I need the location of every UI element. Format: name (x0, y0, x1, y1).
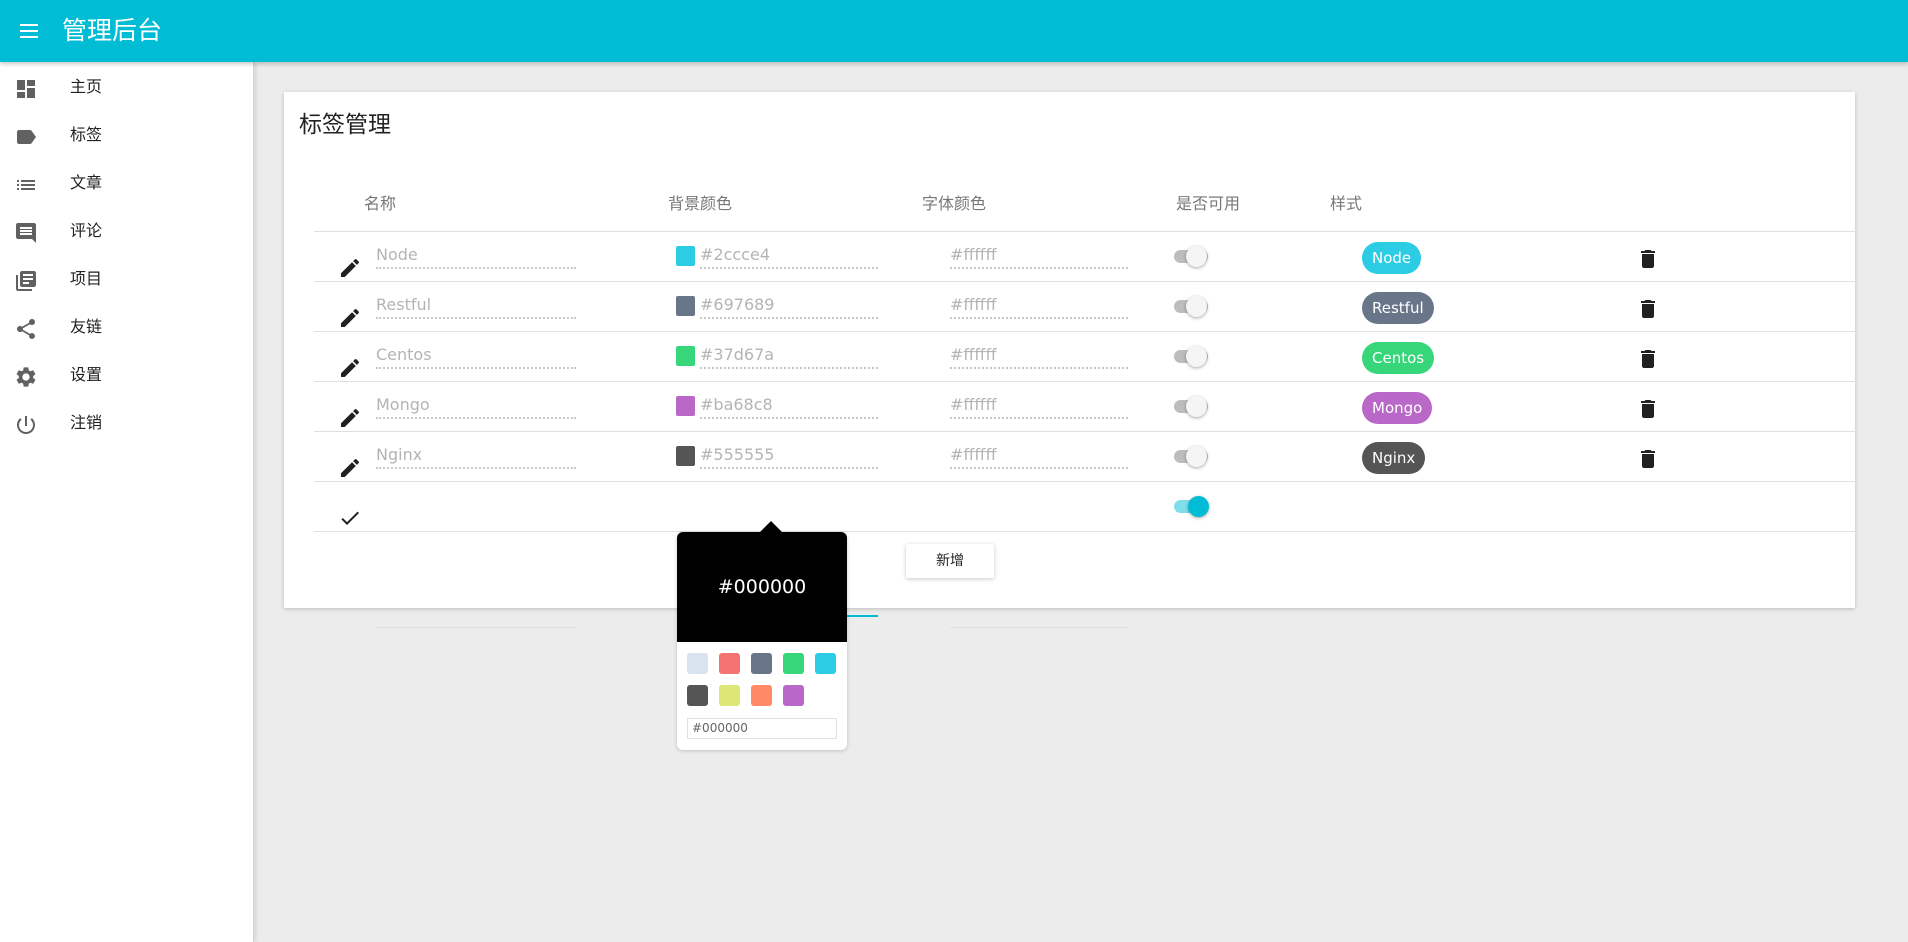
tag-preview-pill: Mongo (1362, 392, 1433, 424)
edit-icon[interactable] (338, 456, 362, 480)
color-swatch[interactable] (751, 653, 772, 674)
tag-preview-pill: Node (1362, 242, 1422, 274)
sidebar-item-tags[interactable]: 标签 (0, 112, 253, 160)
table-row: Mongo #ba68c8 #ffffff Mongo (314, 382, 1859, 432)
tag-name-field[interactable]: Nginx (376, 443, 576, 469)
color-swatch[interactable] (687, 685, 708, 706)
color-preview: #000000 (677, 532, 847, 642)
color-picker-popover: #000000 #000000 (677, 532, 847, 750)
bg-color-swatch (676, 446, 695, 466)
app-bar: 管理后台 (0, 0, 1908, 62)
bg-color-swatch (676, 346, 695, 366)
bg-color-field[interactable]: #37d67a (700, 343, 878, 369)
table-row: Centos #37d67a #ffffff Centos (314, 332, 1859, 382)
sidebar: 主页 标签 文章 评论 项目 友链 设置 注销 (0, 62, 254, 942)
menu-icon[interactable] (18, 19, 42, 43)
table-row: Nginx #555555 #ffffff Nginx (314, 432, 1859, 482)
sidebar-item-label: 评论 (70, 221, 103, 240)
sidebar-item-comments[interactable]: 评论 (0, 208, 253, 256)
color-swatch[interactable] (783, 685, 804, 706)
tag-management-card: 标签管理 名称 背景颜色 字体颜色 是否可用 样式 Node #2ccce4 #… (284, 92, 1859, 628)
delete-icon[interactable] (1636, 347, 1660, 371)
power-icon (14, 413, 38, 437)
font-color-field[interactable]: #ffffff (950, 293, 1128, 319)
sidebar-item-projects[interactable]: 项目 (0, 256, 253, 304)
bg-color-swatch (676, 246, 695, 266)
settings-icon (14, 365, 38, 389)
enabled-toggle[interactable] (1172, 244, 1210, 268)
column-header-bg-color: 背景颜色 (668, 194, 733, 213)
edit-icon[interactable] (338, 406, 362, 430)
color-swatch[interactable] (719, 653, 740, 674)
column-header-enabled: 是否可用 (1176, 194, 1241, 213)
new-tag-row (314, 482, 1859, 532)
edit-icon[interactable] (338, 356, 362, 380)
sidebar-item-label: 主页 (70, 77, 103, 96)
table-row: Node #2ccce4 #ffffff Node (314, 232, 1859, 282)
label-icon (14, 125, 38, 149)
enabled-toggle[interactable] (1172, 394, 1210, 418)
sidebar-item-home[interactable]: 主页 (0, 64, 253, 112)
tag-name-field[interactable]: Restful (376, 293, 576, 319)
sidebar-item-label: 标签 (70, 125, 103, 144)
bg-color-field[interactable]: #ba68c8 (700, 393, 878, 419)
delete-icon[interactable] (1636, 447, 1660, 471)
tag-preview-pill: Centos (1362, 342, 1435, 374)
tag-preview-pill: Restful (1362, 292, 1434, 324)
page-title: 标签管理 (299, 112, 391, 138)
list-icon (14, 173, 38, 197)
edit-icon[interactable] (338, 256, 362, 280)
add-tag-button[interactable]: 新增 (906, 544, 994, 578)
tag-name-field[interactable]: Node (376, 243, 576, 269)
sidebar-item-label: 设置 (70, 365, 103, 384)
delete-icon[interactable] (1636, 247, 1660, 271)
delete-icon[interactable] (1636, 297, 1660, 321)
sidebar-item-logout[interactable]: 注销 (0, 400, 253, 448)
bg-color-swatch (676, 296, 695, 316)
font-color-field[interactable]: #ffffff (950, 393, 1128, 419)
library-books-icon (14, 269, 38, 293)
column-header-font-color: 字体颜色 (922, 194, 987, 213)
font-color-field[interactable]: #ffffff (950, 443, 1128, 469)
sidebar-item-articles[interactable]: 文章 (0, 160, 253, 208)
column-header-name: 名称 (364, 194, 397, 213)
enabled-toggle[interactable] (1172, 344, 1210, 368)
font-color-field[interactable]: #ffffff (950, 243, 1128, 269)
bg-color-field[interactable]: #555555 (700, 443, 878, 469)
tag-name-field[interactable]: Centos (376, 343, 576, 369)
new-tag-font-color-input[interactable] (950, 603, 1128, 628)
sidebar-item-label: 注销 (70, 413, 103, 432)
app-title: 管理后台 (62, 16, 163, 45)
column-header-style: 样式 (1330, 194, 1363, 213)
sidebar-item-label: 友链 (70, 317, 103, 336)
bg-color-field[interactable]: #697689 (700, 293, 878, 319)
color-swatch[interactable] (719, 685, 740, 706)
font-color-field[interactable]: #ffffff (950, 343, 1128, 369)
comment-icon (14, 221, 38, 245)
sidebar-item-label: 文章 (70, 173, 103, 192)
dashboard-icon (14, 77, 38, 101)
hex-color-input[interactable]: #000000 (687, 718, 837, 739)
enabled-toggle[interactable] (1172, 444, 1210, 468)
color-swatch[interactable] (751, 685, 772, 706)
check-icon[interactable] (338, 506, 362, 530)
sidebar-item-label: 项目 (70, 269, 103, 288)
tag-name-field[interactable]: Mongo (376, 393, 576, 419)
new-tag-name-input[interactable] (376, 603, 576, 628)
sidebar-item-settings[interactable]: 设置 (0, 352, 253, 400)
bg-color-field[interactable]: #2ccce4 (700, 243, 878, 269)
edit-icon[interactable] (338, 306, 362, 330)
delete-icon[interactable] (1636, 397, 1660, 421)
enabled-toggle[interactable] (1172, 294, 1210, 318)
enabled-toggle[interactable] (1172, 494, 1210, 518)
bg-color-swatch (676, 396, 695, 416)
color-swatch[interactable] (783, 653, 804, 674)
share-icon (14, 317, 38, 341)
color-swatch[interactable] (815, 653, 836, 674)
color-swatch[interactable] (687, 653, 708, 674)
color-picker-arrow (760, 521, 782, 532)
tag-preview-pill: Nginx (1362, 442, 1426, 474)
table-row: Restful #697689 #ffffff Restful (314, 282, 1859, 332)
sidebar-item-links[interactable]: 友链 (0, 304, 253, 352)
